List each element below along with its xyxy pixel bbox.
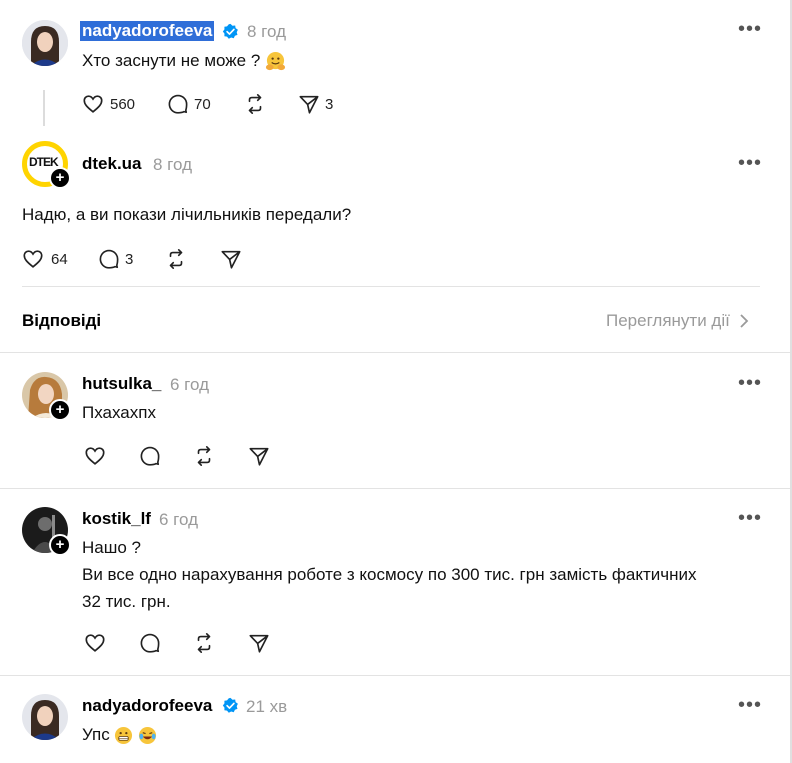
laughing-tears-emoji-icon xyxy=(139,726,157,745)
grimacing-face-emoji-icon xyxy=(115,726,133,745)
comment-icon[interactable] xyxy=(98,248,120,270)
thread-line xyxy=(43,90,45,126)
kostik-text-line3: 32 тис. грн. xyxy=(82,592,171,611)
divider xyxy=(0,675,790,676)
hutsulka-text: Пхахахпх xyxy=(82,403,156,422)
view-activity-link[interactable]: Переглянути дії xyxy=(606,311,749,331)
chevron-right-icon xyxy=(739,314,748,328)
like-count: 64 xyxy=(51,251,68,268)
more-options-icon[interactable]: ••• xyxy=(738,19,762,39)
kostik-text-line2: Ви все одно нарахування роботе з космосу… xyxy=(82,565,697,584)
post-username[interactable]: nadyadorofeeva xyxy=(80,21,215,41)
more-options-icon[interactable]: ••• xyxy=(738,153,762,173)
like-icon[interactable] xyxy=(22,248,44,270)
dtek-time: 8 год xyxy=(153,155,193,174)
kostik-username[interactable]: kostik_lf xyxy=(82,509,151,529)
verified-badge-icon xyxy=(222,23,238,39)
reply-text: Упс xyxy=(82,721,157,748)
share-icon[interactable] xyxy=(220,248,242,270)
comment-icon[interactable] xyxy=(139,632,161,654)
more-options-icon[interactable]: ••• xyxy=(738,695,762,715)
like-icon[interactable] xyxy=(82,93,104,115)
view-activity-label: Переглянути дії xyxy=(606,311,730,330)
post-time: 8 год xyxy=(247,22,287,41)
comment-icon[interactable] xyxy=(139,445,161,467)
like-count: 560 xyxy=(110,96,136,113)
kostik-time: 6 год xyxy=(159,510,199,529)
dtek-username[interactable]: dtek.ua xyxy=(82,154,142,174)
hugging-face-emoji-icon xyxy=(265,51,286,71)
divider xyxy=(22,286,760,287)
comment-count: 3 xyxy=(125,251,134,268)
more-options-icon[interactable]: ••• xyxy=(738,373,762,393)
follow-plus-icon[interactable]: + xyxy=(49,167,71,189)
follow-plus-icon[interactable]: + xyxy=(49,399,71,421)
repost-icon[interactable] xyxy=(193,445,215,467)
reply-time: 21 хв xyxy=(246,697,288,716)
hutsulka-time: 6 год xyxy=(170,375,210,394)
dtek-text: Надю, а ви покази лічильників передали? xyxy=(22,205,352,224)
divider xyxy=(0,352,790,353)
share-count: 3 xyxy=(325,96,334,113)
dtek-logo-text: DTEK xyxy=(29,155,59,169)
post-text-content: Хто заснути не може ? xyxy=(82,51,261,70)
verified-badge-icon xyxy=(222,697,238,713)
avatar-nadyadorofeeva[interactable] xyxy=(22,20,68,66)
reply-username[interactable]: nadyadorofeeva xyxy=(82,696,212,716)
hutsulka-username[interactable]: hutsulka_ xyxy=(82,374,161,394)
repost-icon[interactable] xyxy=(244,93,266,115)
divider xyxy=(0,488,790,489)
post-text: Хто заснути не може ? xyxy=(82,47,286,74)
avatar-nadyadorofeeva[interactable] xyxy=(22,694,68,740)
follow-plus-icon[interactable]: + xyxy=(49,534,71,556)
comment-icon[interactable] xyxy=(167,93,189,115)
repost-icon[interactable] xyxy=(193,632,215,654)
like-icon[interactable] xyxy=(84,445,106,467)
more-options-icon[interactable]: ••• xyxy=(738,508,762,528)
reply-text-content: Упс xyxy=(82,725,110,744)
repost-icon[interactable] xyxy=(165,248,187,270)
kostik-text-line1: Нашо ? xyxy=(82,538,142,557)
like-icon[interactable] xyxy=(84,632,106,654)
comment-count: 70 xyxy=(194,96,211,113)
share-icon[interactable] xyxy=(298,93,320,115)
share-icon[interactable] xyxy=(248,445,270,467)
share-icon[interactable] xyxy=(248,632,270,654)
replies-title: Відповіді xyxy=(22,311,102,330)
